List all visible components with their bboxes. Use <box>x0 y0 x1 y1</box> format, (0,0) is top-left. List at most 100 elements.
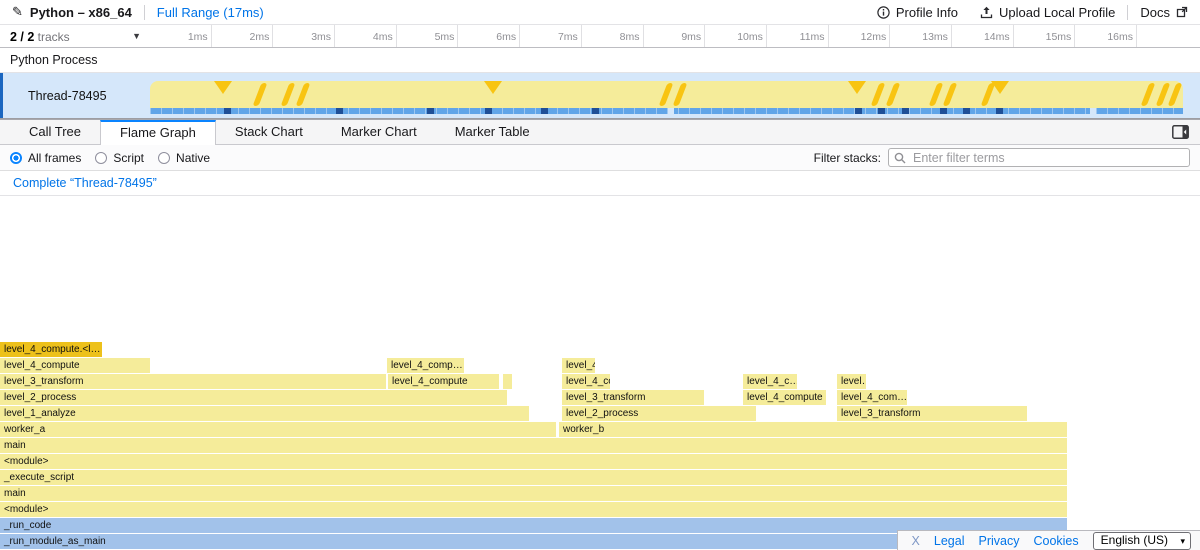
radio-script[interactable]: Script <box>95 151 144 165</box>
marker-stripe <box>659 83 674 106</box>
marker-stripe <box>253 83 268 106</box>
tab-call-tree[interactable]: Call Tree <box>10 120 100 144</box>
track-python-process[interactable]: Python Process <box>0 48 1200 73</box>
flame-block[interactable]: level_4_compute <box>388 374 499 389</box>
flame-block[interactable]: level_2_process <box>0 390 507 405</box>
sample-tick <box>541 108 548 114</box>
radio-native-label: Native <box>176 151 210 165</box>
footer-link-privacy[interactable]: Privacy <box>978 534 1019 548</box>
flame-block[interactable]: level_3_transform <box>0 374 386 389</box>
tracks-count-value: 2 / 2 <box>10 30 34 44</box>
flame-block[interactable]: <module> <box>0 502 1067 517</box>
panel-tab-bar: Call Tree Flame Graph Stack Chart Marker… <box>0 119 1200 145</box>
timeline-ruler[interactable]: 1ms2ms3ms4ms5ms6ms7ms8ms9ms10ms11ms12ms1… <box>150 25 1200 47</box>
filter-input-wrapper <box>888 148 1190 167</box>
flame-block[interactable]: level_2_process <box>562 406 756 421</box>
tracks-count: 2 / 2 tracks ▼ <box>0 25 150 47</box>
docs-link[interactable]: Docs <box>1140 5 1188 20</box>
ruler-tick: 16ms <box>1075 25 1137 47</box>
flame-block[interactable] <box>503 374 512 389</box>
marker-stripe <box>1168 83 1183 106</box>
ruler-tick: 15ms <box>1014 25 1076 47</box>
profile-info-label: Profile Info <box>896 5 958 20</box>
ruler-tick: 7ms <box>520 25 582 47</box>
footer-link-legal[interactable]: Legal <box>934 534 965 548</box>
thread-track-canvas[interactable] <box>150 73 1200 118</box>
radio-all-frames[interactable]: All frames <box>10 151 81 165</box>
flame-block[interactable]: worker_b <box>559 422 1067 437</box>
sample-tick <box>996 108 1003 114</box>
tab-stack-chart[interactable]: Stack Chart <box>216 120 322 144</box>
external-link-icon <box>1176 6 1188 18</box>
upload-icon <box>980 6 993 19</box>
breadcrumb[interactable]: Complete “Thread-78495” <box>7 174 163 192</box>
marker-triangle <box>848 81 866 94</box>
header-divider <box>144 5 145 20</box>
radio-all-frames-label: All frames <box>28 151 81 165</box>
flame-graph-canvas[interactable]: level_4_compute.<l…level_4_computelevel_… <box>0 196 1200 550</box>
flame-block[interactable]: level_4_compute <box>743 390 826 405</box>
sidebar-toggle-button[interactable] <box>1172 125 1189 144</box>
ruler-tick: 5ms <box>397 25 459 47</box>
timeline-bar: 2 / 2 tracks ▼ 1ms2ms3ms4ms5ms6ms7ms8ms9… <box>0 25 1200 48</box>
chevron-down-icon: ▾ <box>1180 534 1185 549</box>
header-actions: Profile Info Upload Local Profile Docs <box>855 5 1188 20</box>
flame-block[interactable]: level_4… <box>562 358 595 373</box>
ruler-tick: 14ms <box>952 25 1014 47</box>
ruler-tick: 2ms <box>212 25 274 47</box>
flame-block[interactable]: main <box>0 486 1067 501</box>
marker-stripe <box>281 83 296 106</box>
edit-profile-name-icon[interactable]: ✎ <box>12 4 23 20</box>
flame-block[interactable]: _execute_script <box>0 470 1067 485</box>
tab-flame-graph[interactable]: Flame Graph <box>100 120 216 145</box>
flame-block[interactable]: level_4_compute.<l… <box>0 342 102 357</box>
flame-block[interactable]: worker_a <box>0 422 556 437</box>
radio-native[interactable]: Native <box>158 151 210 165</box>
flame-block[interactable]: level_3_transform <box>837 406 1027 421</box>
flame-block[interactable]: level_4_co… <box>562 374 610 389</box>
process-track-label: Python Process <box>10 53 98 67</box>
language-select[interactable]: English (US) ▾ <box>1093 532 1191 550</box>
flame-block[interactable]: main <box>0 438 1067 453</box>
breadcrumb-bar: Complete “Thread-78495” <box>0 171 1200 196</box>
tab-marker-table[interactable]: Marker Table <box>436 120 549 144</box>
marker-stripe <box>673 83 688 106</box>
flame-block[interactable]: level_4_com… <box>837 390 907 405</box>
tab-marker-chart[interactable]: Marker Chart <box>322 120 436 144</box>
tracks-dropdown-icon[interactable]: ▼ <box>132 31 141 41</box>
upload-local-profile-button[interactable]: Upload Local Profile <box>980 5 1115 20</box>
flame-block[interactable]: level_1_analyze <box>0 406 529 421</box>
app-header: ✎ Python – x86_64 Full Range (17ms) Prof… <box>0 0 1200 25</box>
flame-block[interactable]: <module> <box>0 454 1067 469</box>
marker-triangle <box>214 81 232 94</box>
track-thread[interactable]: Thread-78495 <box>0 73 1200 119</box>
marker-stripe <box>943 83 958 106</box>
panel-settings-row: All frames Script Native Filter stacks: <box>0 145 1200 171</box>
sample-tick <box>592 108 599 114</box>
flame-block[interactable]: level_4_compute <box>0 358 150 373</box>
flame-block[interactable]: level_4_comp… <box>387 358 464 373</box>
footer-link-x[interactable]: X <box>912 534 920 548</box>
marker-triangle <box>484 81 502 94</box>
marker-stripe <box>981 83 996 106</box>
filter-stacks-input[interactable] <box>888 148 1190 167</box>
flame-block[interactable]: level_3_transform <box>562 390 704 405</box>
profile-title: Python – x86_64 <box>30 5 132 20</box>
flame-block[interactable]: level_4_c… <box>743 374 797 389</box>
full-range-link[interactable]: Full Range (17ms) <box>157 5 264 20</box>
sample-tick <box>427 108 434 114</box>
flame-block[interactable]: level… <box>837 374 866 389</box>
profile-info-button[interactable]: Profile Info <box>877 5 958 20</box>
footer-link-cookies[interactable]: Cookies <box>1033 534 1078 548</box>
filter-stacks-group: Filter stacks: <box>814 148 1190 167</box>
profiler-app: ✎ Python – x86_64 Full Range (17ms) Prof… <box>0 0 1200 550</box>
upload-label: Upload Local Profile <box>999 5 1115 20</box>
sample-tick <box>902 108 909 114</box>
sample-tick <box>224 108 231 114</box>
sample-gap <box>1090 108 1096 114</box>
thread-track-label-panel[interactable]: Thread-78495 <box>0 73 150 118</box>
marker-stripe <box>871 83 886 106</box>
ruler-tick: 3ms <box>273 25 335 47</box>
tracks-count-suffix: tracks <box>38 30 70 44</box>
ruler-tick: 10ms <box>705 25 767 47</box>
